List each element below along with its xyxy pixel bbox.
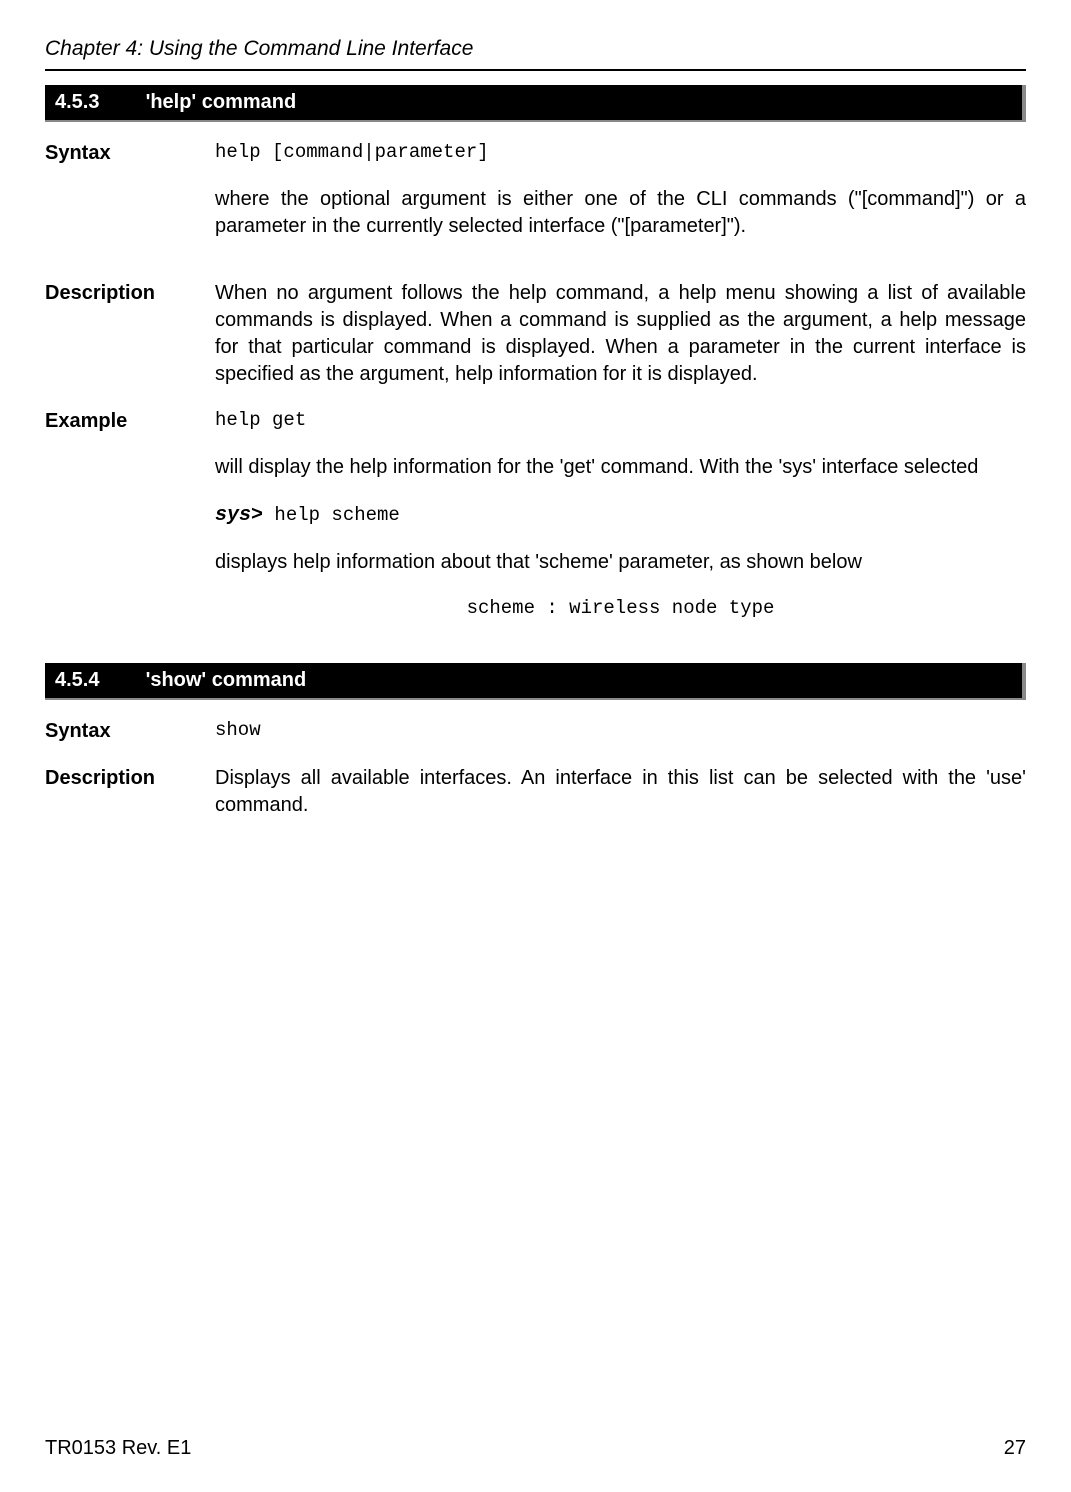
description-row-2: Description Displays all available inter… [45,765,1026,819]
footer-page-number: 27 [1004,1435,1026,1462]
example-prompt-line: sys> help scheme [215,501,1026,529]
page-footer: TR0153 Rev. E1 27 [45,1435,1026,1462]
syntax-code: help [command|parameter] [215,140,1026,166]
section-number: 4.5.4 [55,667,140,694]
header-rule [45,69,1026,71]
section-title: 'help' command [146,91,297,113]
syntax-label: Syntax [45,718,215,745]
description-text: Displays all available interfaces. An in… [215,765,1026,819]
description-text: When no argument follows the help comman… [215,280,1026,388]
section-header-help: 4.5.3 'help' command [45,85,1026,122]
example-row: Example help get will display the help i… [45,408,1026,643]
prompt-command: help scheme [263,504,400,526]
description-row: Description When no argument follows the… [45,280,1026,388]
description-label: Description [45,280,215,307]
footer-doc-id: TR0153 Rev. E1 [45,1435,191,1462]
example-output: scheme : wireless node type [215,596,1026,622]
section-number: 4.5.3 [55,89,140,116]
example-text-1: will display the help information for th… [215,454,1026,481]
chapter-title: Chapter 4: Using the Command Line Interf… [45,35,1026,63]
syntax-row-2: Syntax show [45,718,1026,745]
section-header-show: 4.5.4 'show' command [45,663,1026,700]
example-text-2: displays help information about that 'sc… [215,549,1026,576]
prompt: sys> [215,504,263,527]
syntax-text: where the optional argument is either on… [215,186,1026,240]
example-code: help get [215,408,1026,434]
description-label: Description [45,765,215,792]
syntax-label: Syntax [45,140,215,167]
syntax-code: show [215,718,1026,744]
syntax-row: Syntax help [command|parameter] where th… [45,140,1026,260]
example-label: Example [45,408,215,435]
section-title: 'show' command [146,669,307,691]
